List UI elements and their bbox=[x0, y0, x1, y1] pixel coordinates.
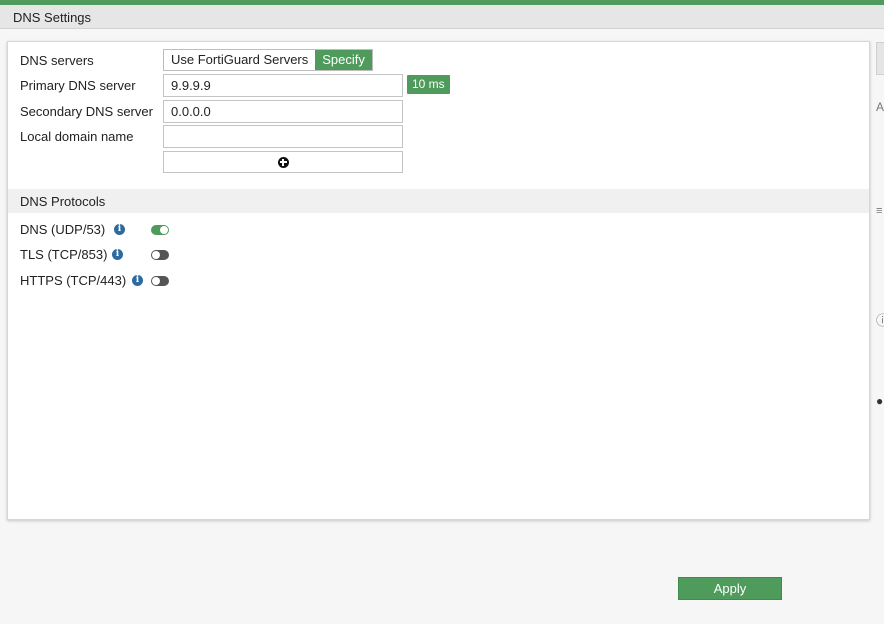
plus-circle-icon bbox=[277, 156, 289, 168]
add-domain-button[interactable] bbox=[163, 151, 403, 173]
primary-dns-input[interactable] bbox=[163, 74, 403, 97]
protocol-label-dns: DNS (UDP/53) bbox=[20, 222, 106, 237]
dns-protocols-header: DNS Protocols bbox=[8, 189, 869, 213]
comment-icon[interactable]: ● bbox=[876, 394, 883, 408]
dns-servers-toggle: Use FortiGuard Servers Specify bbox=[163, 49, 373, 71]
local-domain-label: Local domain name bbox=[20, 129, 134, 144]
help-icon[interactable]: ⓘ bbox=[876, 310, 884, 329]
dns-settings-panel: DNS servers Use FortiGuard Servers Speci… bbox=[7, 41, 870, 520]
right-panel-tab[interactable] bbox=[876, 42, 884, 75]
local-domain-input[interactable] bbox=[163, 125, 403, 148]
page-title: DNS Settings bbox=[13, 10, 92, 25]
info-icon[interactable]: i bbox=[114, 224, 125, 235]
specify-option[interactable]: Specify bbox=[315, 50, 372, 70]
info-icon[interactable]: i bbox=[112, 249, 123, 260]
toggle-tls[interactable] bbox=[151, 250, 169, 260]
primary-dns-label: Primary DNS server bbox=[20, 78, 136, 93]
secondary-dns-input[interactable] bbox=[163, 100, 403, 123]
protocol-label-tls: TLS (TCP/853) bbox=[20, 247, 108, 262]
use-fortiguard-option[interactable]: Use FortiGuard Servers bbox=[164, 50, 316, 70]
right-rail-letter: A bbox=[876, 100, 884, 114]
apply-button[interactable]: Apply bbox=[678, 577, 782, 600]
toggle-https[interactable] bbox=[151, 276, 169, 286]
toggle-dns-udp[interactable] bbox=[151, 225, 169, 235]
list-icon[interactable]: ≡ bbox=[876, 205, 882, 217]
toggle-knob bbox=[160, 226, 168, 234]
secondary-dns-label: Secondary DNS server bbox=[20, 104, 153, 119]
protocol-label-https: HTTPS (TCP/443) bbox=[20, 273, 127, 288]
toggle-knob bbox=[152, 277, 160, 285]
dns-protocols-title: DNS Protocols bbox=[20, 194, 106, 209]
info-icon[interactable]: i bbox=[132, 275, 143, 286]
toggle-knob bbox=[152, 251, 160, 259]
dns-servers-label: DNS servers bbox=[20, 53, 94, 68]
latency-badge: 10 ms bbox=[407, 75, 450, 94]
title-bar: DNS Settings bbox=[0, 5, 884, 29]
